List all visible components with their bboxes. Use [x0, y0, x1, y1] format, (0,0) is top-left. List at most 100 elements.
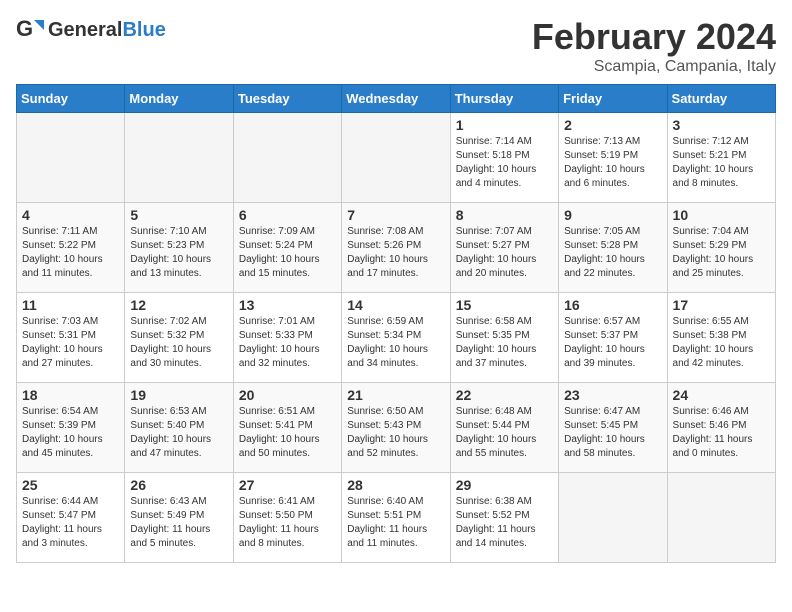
- calendar-cell: 22 Sunrise: 6:48 AM Sunset: 5:44 PM Dayli…: [450, 383, 558, 473]
- calendar-cell: 10Sunrise: 7:04 AM Sunset: 5:29 PM Dayli…: [667, 203, 775, 293]
- day-number: 21: [347, 387, 444, 403]
- day-number: 20: [239, 387, 336, 403]
- day-number: 13: [239, 297, 336, 313]
- calendar-cell: 1Sunrise: 7:14 AM Sunset: 5:18 PM Daylig…: [450, 113, 558, 203]
- header-tuesday: Tuesday: [233, 85, 341, 113]
- calendar-cell: [667, 473, 775, 563]
- calendar-cell: 27 Sunrise: 6:41 AM Sunset: 5:50 PM Dayli…: [233, 473, 341, 563]
- day-number: 18: [22, 387, 119, 403]
- calendar-cell: 15 Sunrise: 6:58 AM Sunset: 5:35 PM Dayli…: [450, 293, 558, 383]
- calendar-week-0: 1Sunrise: 7:14 AM Sunset: 5:18 PM Daylig…: [17, 113, 776, 203]
- calendar-cell: [342, 113, 450, 203]
- day-detail: Sunrise: 7:08 AM Sunset: 5:26 PM Dayligh…: [347, 225, 444, 281]
- calendar-cell: 17Sunrise: 6:55 AM Sunset: 5:38 PM Dayli…: [667, 293, 775, 383]
- day-detail: Sunrise: 6:57 AM Sunset: 5:37 PM Dayligh…: [564, 315, 661, 371]
- day-number: 11: [22, 297, 119, 313]
- calendar-header-row: SundayMondayTuesdayWednesdayThursdayFrid…: [17, 85, 776, 113]
- day-number: 4: [22, 207, 119, 223]
- calendar-table: SundayMondayTuesdayWednesdayThursdayFrid…: [16, 84, 776, 563]
- calendar-cell: 20 Sunrise: 6:51 AM Sunset: 5:41 PM Dayli…: [233, 383, 341, 473]
- svg-text:G: G: [16, 16, 33, 41]
- calendar-cell: 2 Sunrise: 7:13 AM Sunset: 5:19 PM Daylig…: [559, 113, 667, 203]
- day-detail: Sunrise: 7:02 AM Sunset: 5:32 PM Dayligh…: [130, 315, 227, 371]
- calendar-cell: 9Sunrise: 7:05 AM Sunset: 5:28 PM Daylig…: [559, 203, 667, 293]
- day-number: 5: [130, 207, 227, 223]
- day-detail: Sunrise: 6:58 AM Sunset: 5:35 PM Dayligh…: [456, 315, 553, 371]
- calendar-week-2: 11 Sunrise: 7:03 AM Sunset: 5:31 PM Dayli…: [17, 293, 776, 383]
- day-detail: Sunrise: 6:51 AM Sunset: 5:41 PM Dayligh…: [239, 405, 336, 461]
- calendar-week-3: 18 Sunrise: 6:54 AM Sunset: 5:39 PM Dayli…: [17, 383, 776, 473]
- day-detail: Sunrise: 7:04 AM Sunset: 5:29 PM Dayligh…: [673, 225, 770, 281]
- calendar-cell: 29 Sunrise: 6:38 AM Sunset: 5:52 PM Dayli…: [450, 473, 558, 563]
- day-number: 25: [22, 477, 119, 493]
- title-area: February 2024 Scampia, Campania, Italy: [532, 16, 776, 76]
- day-detail: Sunrise: 6:44 AM Sunset: 5:47 PM Dayligh…: [22, 495, 119, 551]
- calendar-cell: 18 Sunrise: 6:54 AM Sunset: 5:39 PM Dayli…: [17, 383, 125, 473]
- day-detail: Sunrise: 6:40 AM Sunset: 5:51 PM Dayligh…: [347, 495, 444, 551]
- calendar-cell: 21 Sunrise: 6:50 AM Sunset: 5:43 PM Dayli…: [342, 383, 450, 473]
- header-friday: Friday: [559, 85, 667, 113]
- day-number: 6: [239, 207, 336, 223]
- day-detail: Sunrise: 7:14 AM Sunset: 5:18 PM Dayligh…: [456, 135, 553, 191]
- day-detail: Sunrise: 6:48 AM Sunset: 5:44 PM Dayligh…: [456, 405, 553, 461]
- calendar-cell: 24 Sunrise: 6:46 AM Sunset: 5:46 PM Dayli…: [667, 383, 775, 473]
- day-number: 27: [239, 477, 336, 493]
- day-detail: Sunrise: 6:41 AM Sunset: 5:50 PM Dayligh…: [239, 495, 336, 551]
- header-sunday: Sunday: [17, 85, 125, 113]
- day-number: 3: [673, 117, 770, 133]
- day-detail: Sunrise: 6:50 AM Sunset: 5:43 PM Dayligh…: [347, 405, 444, 461]
- day-detail: Sunrise: 7:11 AM Sunset: 5:22 PM Dayligh…: [22, 225, 119, 281]
- day-number: 9: [564, 207, 661, 223]
- day-number: 7: [347, 207, 444, 223]
- day-number: 12: [130, 297, 227, 313]
- page-title: February 2024: [532, 16, 776, 58]
- day-number: 23: [564, 387, 661, 403]
- logo-blue: Blue: [122, 19, 165, 41]
- calendar-cell: 25 Sunrise: 6:44 AM Sunset: 5:47 PM Dayli…: [17, 473, 125, 563]
- day-detail: Sunrise: 7:03 AM Sunset: 5:31 PM Dayligh…: [22, 315, 119, 371]
- calendar-cell: 11 Sunrise: 7:03 AM Sunset: 5:31 PM Dayli…: [17, 293, 125, 383]
- calendar-cell: 19Sunrise: 6:53 AM Sunset: 5:40 PM Dayli…: [125, 383, 233, 473]
- day-number: 2: [564, 117, 661, 133]
- day-number: 8: [456, 207, 553, 223]
- header-thursday: Thursday: [450, 85, 558, 113]
- calendar-cell: 6Sunrise: 7:09 AM Sunset: 5:24 PM Daylig…: [233, 203, 341, 293]
- calendar-cell: 16 Sunrise: 6:57 AM Sunset: 5:37 PM Dayli…: [559, 293, 667, 383]
- day-number: 19: [130, 387, 227, 403]
- day-detail: Sunrise: 7:07 AM Sunset: 5:27 PM Dayligh…: [456, 225, 553, 281]
- day-detail: Sunrise: 6:46 AM Sunset: 5:46 PM Dayligh…: [673, 405, 770, 461]
- calendar-cell: 14 Sunrise: 6:59 AM Sunset: 5:34 PM Dayli…: [342, 293, 450, 383]
- day-number: 24: [673, 387, 770, 403]
- day-detail: Sunrise: 7:13 AM Sunset: 5:19 PM Dayligh…: [564, 135, 661, 191]
- calendar-cell: 5 Sunrise: 7:10 AM Sunset: 5:23 PM Daylig…: [125, 203, 233, 293]
- day-number: 29: [456, 477, 553, 493]
- day-number: 15: [456, 297, 553, 313]
- header-saturday: Saturday: [667, 85, 775, 113]
- calendar-cell: [559, 473, 667, 563]
- calendar-week-4: 25 Sunrise: 6:44 AM Sunset: 5:47 PM Dayli…: [17, 473, 776, 563]
- calendar-week-1: 4 Sunrise: 7:11 AM Sunset: 5:22 PM Daylig…: [17, 203, 776, 293]
- calendar-cell: 23Sunrise: 6:47 AM Sunset: 5:45 PM Dayli…: [559, 383, 667, 473]
- day-detail: Sunrise: 6:43 AM Sunset: 5:49 PM Dayligh…: [130, 495, 227, 551]
- day-detail: Sunrise: 6:38 AM Sunset: 5:52 PM Dayligh…: [456, 495, 553, 551]
- subtitle: Scampia, Campania, Italy: [532, 58, 776, 76]
- calendar-cell: [233, 113, 341, 203]
- day-number: 14: [347, 297, 444, 313]
- day-number: 26: [130, 477, 227, 493]
- calendar-cell: 4 Sunrise: 7:11 AM Sunset: 5:22 PM Daylig…: [17, 203, 125, 293]
- calendar-cell: 28 Sunrise: 6:40 AM Sunset: 5:51 PM Dayli…: [342, 473, 450, 563]
- calendar-cell: 3Sunrise: 7:12 AM Sunset: 5:21 PM Daylig…: [667, 113, 775, 203]
- day-number: 22: [456, 387, 553, 403]
- day-number: 28: [347, 477, 444, 493]
- calendar-cell: 26 Sunrise: 6:43 AM Sunset: 5:49 PM Dayli…: [125, 473, 233, 563]
- day-detail: Sunrise: 6:55 AM Sunset: 5:38 PM Dayligh…: [673, 315, 770, 371]
- day-detail: Sunrise: 6:59 AM Sunset: 5:34 PM Dayligh…: [347, 315, 444, 371]
- logo-icon: G: [16, 16, 44, 44]
- day-number: 16: [564, 297, 661, 313]
- day-detail: Sunrise: 6:54 AM Sunset: 5:39 PM Dayligh…: [22, 405, 119, 461]
- day-detail: Sunrise: 7:10 AM Sunset: 5:23 PM Dayligh…: [130, 225, 227, 281]
- calendar-cell: 13Sunrise: 7:01 AM Sunset: 5:33 PM Dayli…: [233, 293, 341, 383]
- logo-general: General: [48, 19, 122, 41]
- logo: G GeneralBlue: [16, 16, 166, 44]
- calendar-cell: 7 Sunrise: 7:08 AM Sunset: 5:26 PM Daylig…: [342, 203, 450, 293]
